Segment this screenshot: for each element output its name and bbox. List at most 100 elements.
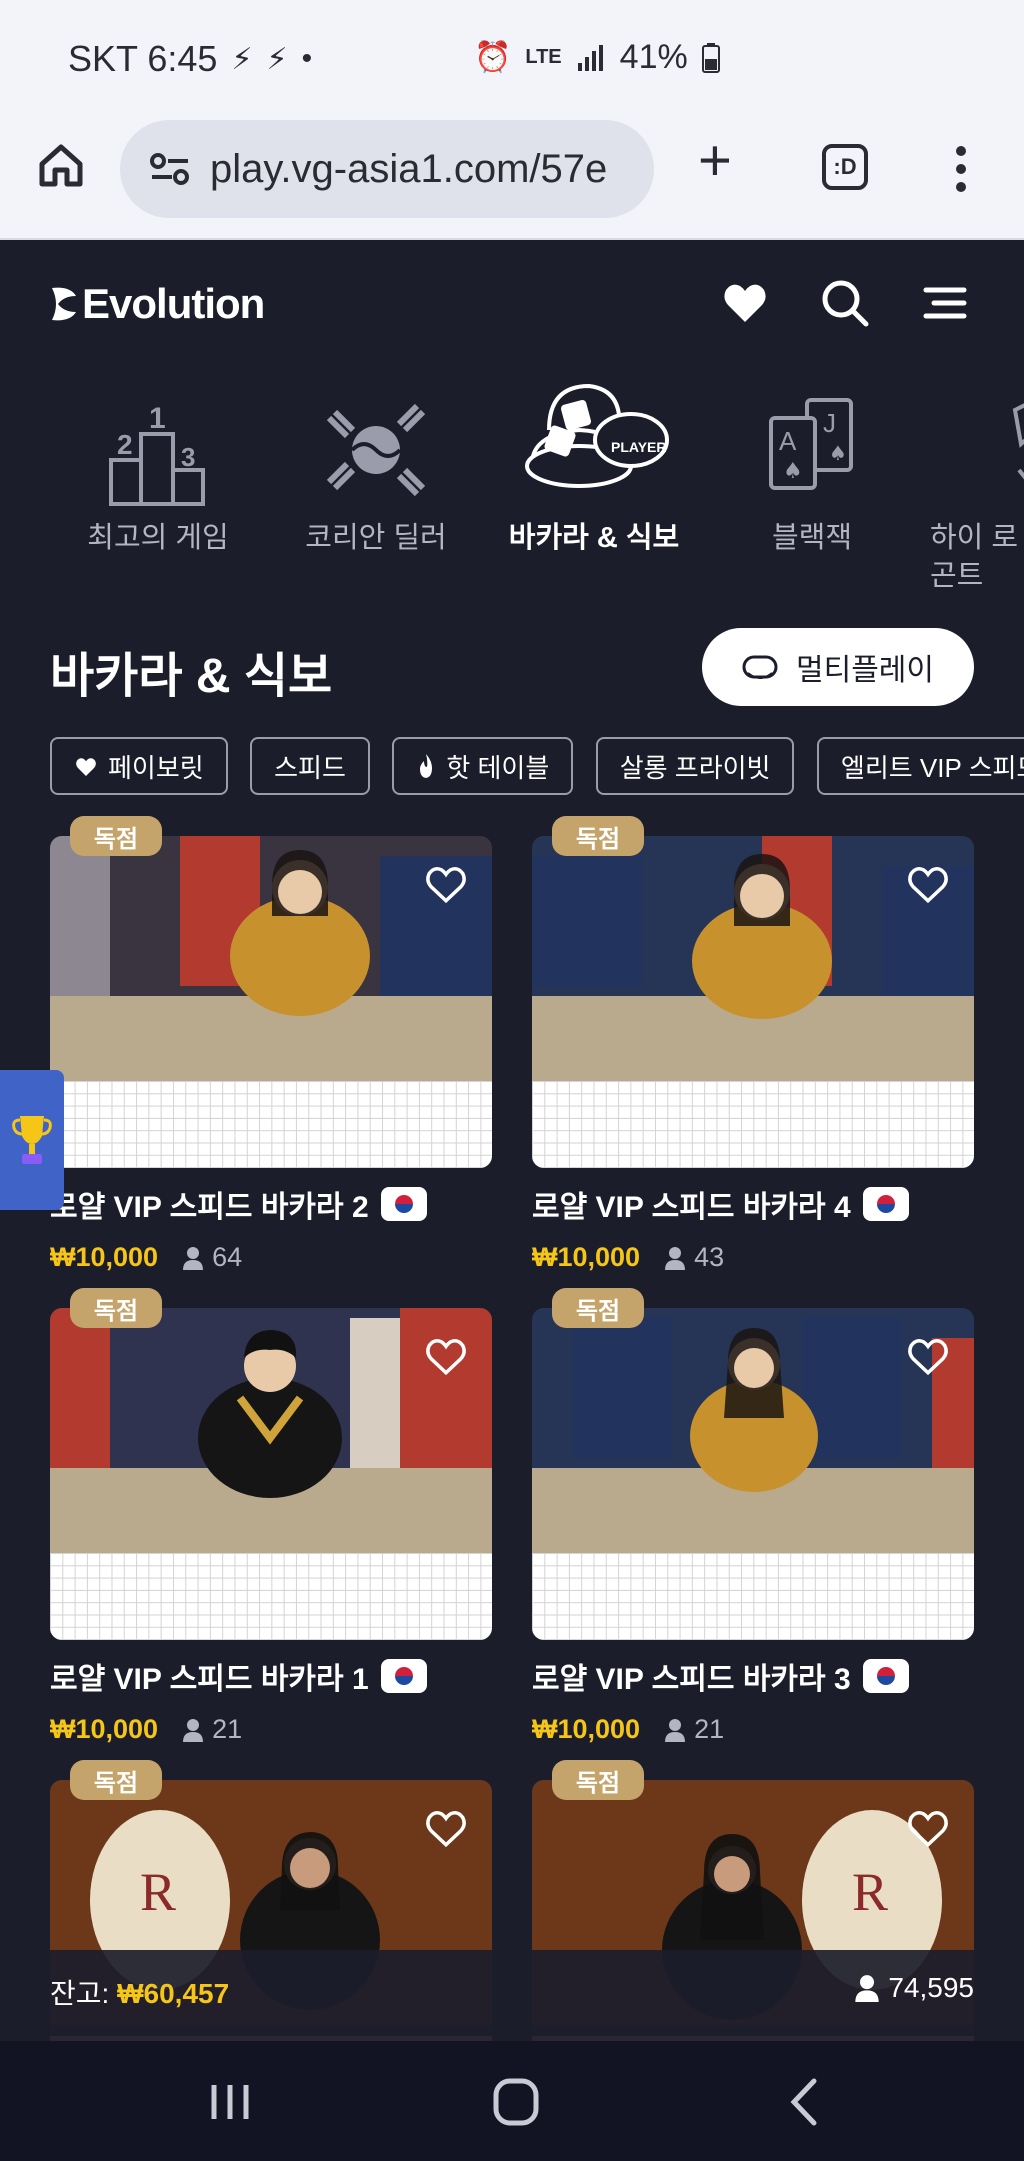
category-top-games[interactable]: 12 3 최고의 게임 [58, 370, 258, 558]
logo-text: Evolution [82, 280, 265, 327]
multiplay-label: 멀티플레이 [796, 654, 934, 687]
exclusive-badge: 독점 [70, 1288, 162, 1328]
table-thumbnail[interactable] [532, 1308, 974, 1640]
favorite-heart-icon[interactable] [906, 862, 950, 906]
multiplay-button[interactable]: 멀티플레이 [702, 628, 974, 706]
address-bar[interactable]: play.vg-asia1.com/57e [120, 120, 654, 218]
korean-trigram-icon [326, 403, 426, 497]
category-blackjack[interactable]: A J ♠ ♠ 블랙잭 [712, 370, 912, 558]
back-icon[interactable] [774, 2075, 834, 2129]
hi-lo-icon [1012, 403, 1024, 480]
new-tab-button[interactable]: + [698, 132, 732, 190]
favorite-heart-icon[interactable] [906, 1806, 950, 1850]
home-nav-icon[interactable] [486, 2075, 546, 2129]
player-count-value: 43 [694, 1242, 725, 1272]
battery-level: 41% [619, 38, 688, 76]
flame-icon [420, 754, 433, 778]
charging-icon: ⚡ [266, 42, 288, 76]
podium-icon: 12 3 [109, 402, 205, 506]
favorites-heart-icon[interactable] [720, 278, 770, 328]
table-meta: ₩10,000 21 [50, 1714, 492, 1745]
alarm-icon: ⏰ [474, 41, 512, 74]
player-count-value: 64 [212, 1242, 243, 1272]
notification-icon: ⚡ [231, 42, 253, 76]
scoreboard-roadmap [532, 1553, 974, 1640]
category-baccarat-sicbo[interactable]: PLAYER 바카라 & 식보 [494, 370, 694, 558]
filter-hot-tables[interactable]: 핫 테이블 [392, 737, 574, 795]
table-name: 로얄 VIP 스피드 바카라 4 [532, 1191, 851, 1224]
screen: SKT 6:45 ⚡ ⚡ • ⏰ LTE 41% play.vg-asia1.c… [0, 0, 1024, 2161]
player-count: 21 [182, 1714, 242, 1745]
exclusive-badge: 독점 [70, 1760, 162, 1800]
table-card[interactable]: 독점 로얄 VIP 스피드 바카라 3 ₩10,000 21 [532, 1288, 974, 1745]
favorite-heart-icon[interactable] [424, 862, 468, 906]
recent-apps-icon[interactable] [200, 2075, 260, 2129]
balance-value: ₩60,457 [117, 1978, 230, 2009]
korea-flag-icon [862, 1659, 909, 1693]
evolution-logo-mark-icon [52, 287, 76, 321]
category-label: 코리안 딜러 [305, 522, 447, 554]
favorite-heart-icon[interactable] [424, 1334, 468, 1378]
user-icon [665, 1246, 686, 1270]
hamburger-menu-icon[interactable] [920, 278, 970, 328]
balance-label: 잔고: [50, 1978, 110, 2009]
min-bet: ₩10,000 [532, 1714, 641, 1744]
chip-label: 핫 테이블 [446, 752, 550, 783]
table-name-row: 로얄 VIP 스피드 바카라 1 [50, 1654, 492, 1698]
home-icon[interactable] [36, 140, 86, 190]
tab-switcher-button[interactable]: :D [822, 144, 868, 190]
user-icon [855, 1975, 880, 2002]
chip-label: 스피드 [274, 752, 346, 783]
svg-text:♠: ♠ [783, 459, 803, 484]
dice-chip-icon: PLAYER [525, 383, 669, 488]
url-text[interactable]: play.vg-asia1.com/57e [210, 147, 650, 192]
favorite-heart-icon[interactable] [424, 1806, 468, 1850]
table-thumbnail[interactable] [50, 1308, 492, 1640]
favorite-heart-icon[interactable] [906, 1334, 950, 1378]
table-name-row: 로얄 VIP 스피드 바카라 3 [532, 1654, 974, 1698]
svg-text:R: R [140, 1862, 176, 1922]
site-settings-icon[interactable] [150, 151, 190, 187]
table-meta: ₩10,000 21 [532, 1714, 974, 1745]
svg-text:♠: ♠ [829, 441, 847, 465]
table-name-row: 로얄 VIP 스피드 바카라 4 [532, 1182, 974, 1226]
exclusive-badge: 독점 [552, 1760, 644, 1800]
category-label: 최고의 게임 [87, 522, 229, 554]
table-name: 로얄 VIP 스피드 바카라 2 [50, 1191, 369, 1224]
korea-flag-icon [862, 1187, 909, 1221]
app-header: Evolution [0, 242, 1024, 362]
scoreboard-roadmap [50, 1553, 492, 1640]
playing-cards-icon: AJ ♠ ♠ [769, 398, 853, 490]
table-card[interactable]: 독점 로얄 VIP 스피드 바카라 2 ₩10,000 64 [50, 816, 492, 1273]
browser-toolbar: play.vg-asia1.com/57e + :D [0, 120, 1024, 240]
user-icon [665, 1718, 686, 1742]
filter-chips: 페이보릿 스피드 핫 테이블 살롱 프라이빗 엘리트 VIP 스피드 [50, 737, 1024, 797]
dot-icon: • [301, 42, 313, 75]
filter-speed[interactable]: 스피드 [250, 737, 370, 795]
category-hi-lo[interactable]: 하이 로 곤트 [930, 370, 1024, 595]
trophy-side-tab[interactable] [0, 1070, 64, 1210]
table-card[interactable]: 독점 로얄 VIP 스피드 바카라 4 ₩10,000 43 [532, 816, 974, 1273]
system-nav-bar [0, 2041, 1024, 2161]
table-name: 로얄 VIP 스피드 바카라 3 [532, 1663, 851, 1696]
player-count: 43 [664, 1242, 724, 1273]
scoreboard-roadmap [50, 1081, 492, 1168]
filter-favorites[interactable]: 페이보릿 [50, 737, 228, 795]
browser-menu-icon[interactable] [956, 146, 970, 192]
search-icon[interactable] [820, 278, 870, 328]
svg-text:3: 3 [181, 442, 195, 472]
chip-label: 페이보릿 [108, 752, 204, 783]
scoreboard-roadmap [532, 1081, 974, 1168]
table-thumbnail[interactable] [50, 836, 492, 1168]
carrier-time: SKT 6:45 [68, 38, 218, 79]
svg-text:PLAYER: PLAYER [611, 439, 667, 455]
evolution-logo[interactable]: Evolution [50, 280, 265, 328]
filter-salon-prive[interactable]: 살롱 프라이빗 [595, 737, 795, 795]
filter-elite-vip-speed[interactable]: 엘리트 VIP 스피드 [816, 737, 1024, 795]
category-korean-dealer[interactable]: 코리안 딜러 [276, 370, 476, 558]
status-right: ⏰ LTE 41% [474, 38, 720, 77]
balance-bar: 잔고: ₩60,457 74,595 [0, 1950, 1024, 2036]
table-thumbnail[interactable] [532, 836, 974, 1168]
svg-text:J: J [823, 408, 836, 438]
table-card[interactable]: 독점 로얄 VIP 스피드 바카라 1 ₩10,000 21 [50, 1288, 492, 1745]
